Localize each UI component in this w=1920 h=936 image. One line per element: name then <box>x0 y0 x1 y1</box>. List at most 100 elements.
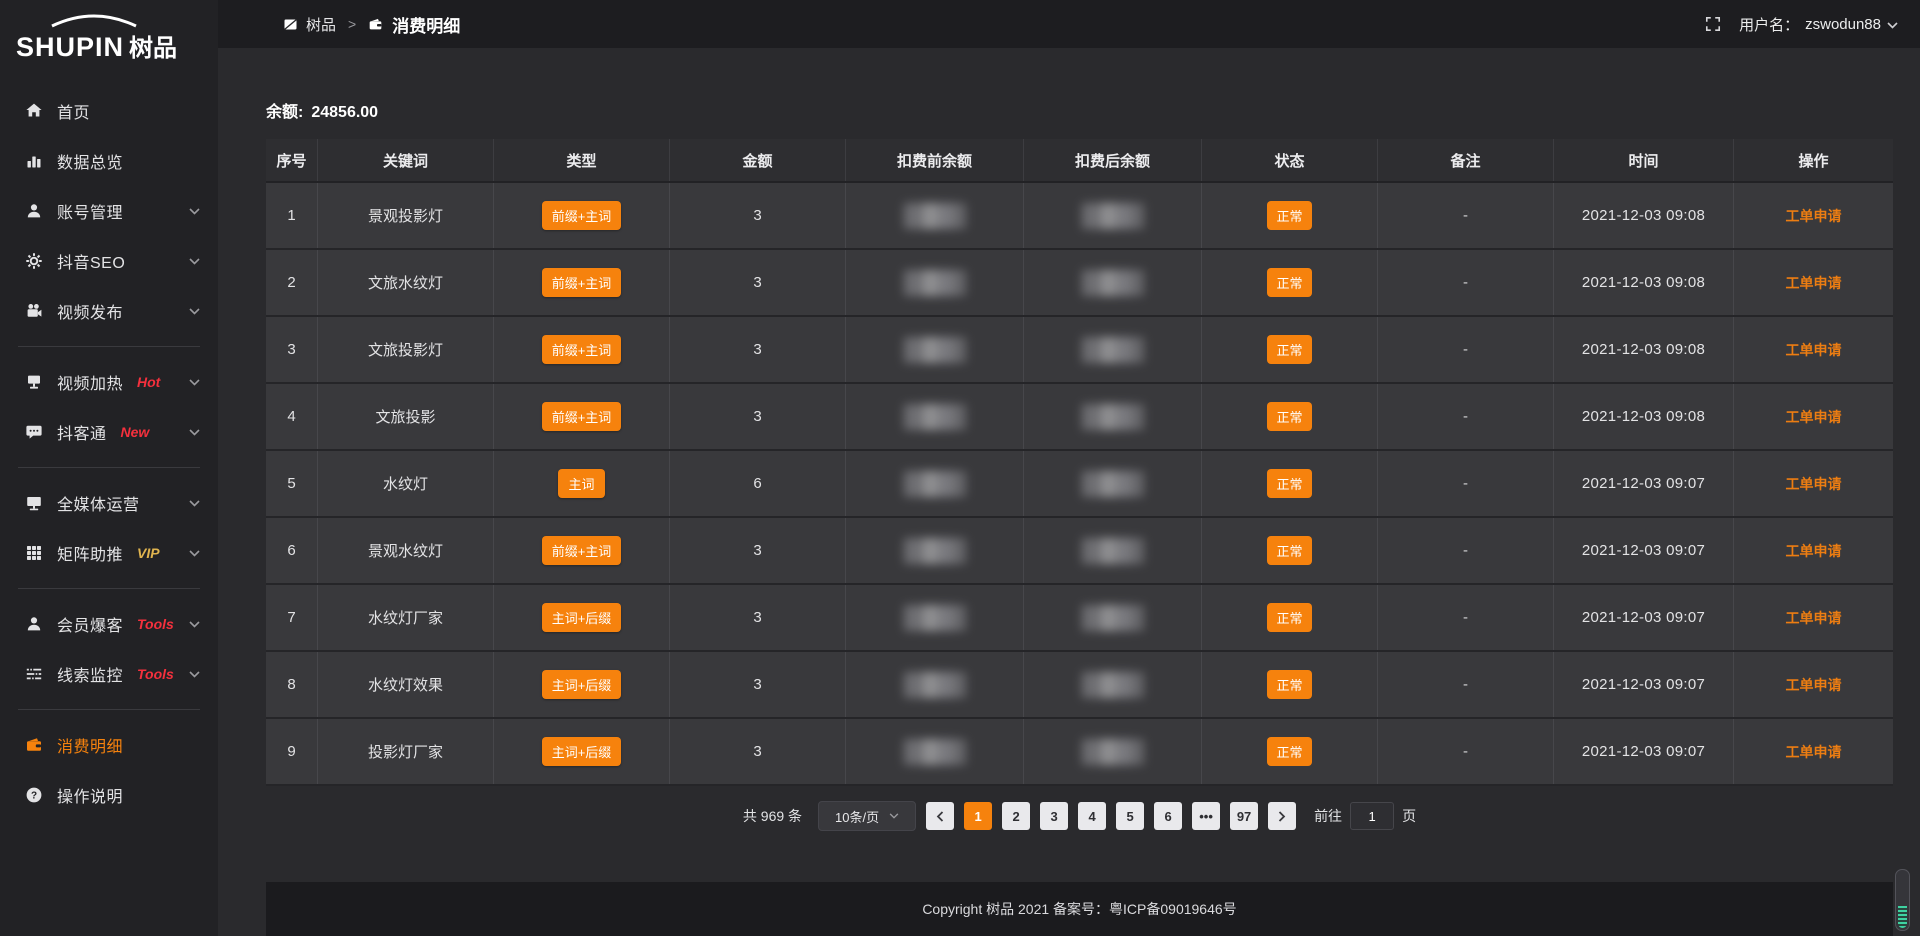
goto-label: 前往 <box>1314 806 1342 826</box>
time-cell: 2021-12-03 09:07 <box>1554 451 1734 516</box>
consumption-table: 序号 关键词 类型 金额 扣费前余额 扣费后余额 状态 备注 时间 操作 1 景… <box>266 139 1893 786</box>
sidebar-item-label: 抖客通 <box>57 420 107 444</box>
work-order-link[interactable]: 工单申请 <box>1786 407 1842 427</box>
fullscreen-icon[interactable] <box>1705 16 1721 32</box>
chat-bubble-icon <box>25 423 43 441</box>
pagination-total: 共 969 条 <box>743 806 802 826</box>
column-header: 状态 <box>1202 139 1378 181</box>
sidebar-item-label: 视频加热 <box>57 370 123 394</box>
sidebar-item-label: 会员爆客 <box>57 612 123 636</box>
more-pages-button[interactable]: ••• <box>1192 802 1220 830</box>
work-order-link[interactable]: 工单申请 <box>1786 206 1842 226</box>
blurred-balance-before <box>904 404 966 430</box>
sidebar-item-matrix-boost[interactable]: 矩阵助推 VIP <box>0 528 218 578</box>
row-index: 2 <box>266 250 318 315</box>
sidebar-item-label: 全媒体运营 <box>57 491 140 515</box>
action-cell: 工单申请 <box>1734 719 1893 784</box>
balance-value: 24856.00 <box>311 104 378 121</box>
sidebar-item-all-media[interactable]: 全媒体运营 <box>0 478 218 528</box>
time-cell: 2021-12-03 09:08 <box>1554 317 1734 382</box>
gear-icon <box>25 252 43 270</box>
type-cell: 前缀+主词 <box>494 183 670 248</box>
chevron-down-icon <box>189 208 200 215</box>
sidebar-item-consumption-detail[interactable]: 消费明细 <box>0 720 218 770</box>
next-page-button[interactable] <box>1268 802 1296 830</box>
breadcrumb-root[interactable]: 树品 <box>306 14 336 35</box>
sidebar-item-member-burst[interactable]: 会员爆客 Tools <box>0 599 218 649</box>
sidebar-item-data-overview[interactable]: 数据总览 <box>0 136 218 186</box>
bar-chart-icon <box>25 152 43 170</box>
sidebar-item-label: 数据总览 <box>57 149 123 173</box>
work-order-link[interactable]: 工单申请 <box>1786 608 1842 628</box>
balance-before-cell <box>846 518 1024 583</box>
page-button-1[interactable]: 1 <box>964 802 992 830</box>
screen-stand-icon <box>25 373 43 391</box>
page-button-4[interactable]: 4 <box>1078 802 1106 830</box>
work-order-link[interactable]: 工单申请 <box>1786 474 1842 494</box>
table-body: 1 景观投影灯 前缀+主词 3 正常 - 2021-12-03 09:08 工单… <box>266 183 1893 786</box>
row-index: 7 <box>266 585 318 650</box>
work-order-link[interactable]: 工单申请 <box>1786 742 1842 762</box>
row-index: 6 <box>266 518 318 583</box>
amount-cell: 3 <box>670 518 846 583</box>
username: zswodun88 <box>1805 16 1881 33</box>
work-order-link[interactable]: 工单申请 <box>1786 675 1842 695</box>
work-order-link[interactable]: 工单申请 <box>1786 340 1842 360</box>
work-order-link[interactable]: 工单申请 <box>1786 541 1842 561</box>
page-size-select[interactable]: 10条/页 <box>818 801 916 831</box>
prev-page-button[interactable] <box>926 802 954 830</box>
sidebar-item-home[interactable]: 首页 <box>0 86 218 136</box>
type-cell: 主词+后缀 <box>494 719 670 784</box>
remark-cell: - <box>1378 652 1554 717</box>
type-badge: 前缀+主词 <box>542 201 622 230</box>
balance-before-cell <box>846 317 1024 382</box>
logo: SHUPIN树品 <box>0 8 218 72</box>
remark-cell: - <box>1378 384 1554 449</box>
goto-suffix: 页 <box>1402 806 1416 826</box>
balance-after-cell <box>1024 518 1202 583</box>
balance-after-cell <box>1024 585 1202 650</box>
sidebar-item-douyin-seo[interactable]: 抖音SEO <box>0 236 218 286</box>
goto-page-input[interactable] <box>1350 802 1394 830</box>
sidebar-item-label: 抖音SEO <box>57 249 125 273</box>
user-menu[interactable]: 用户名：zswodun88 <box>1739 14 1898 35</box>
action-cell: 工单申请 <box>1734 384 1893 449</box>
sidebar-item-label: 首页 <box>57 99 90 123</box>
blurred-balance-before <box>904 739 966 765</box>
remark-cell: - <box>1378 183 1554 248</box>
sidebar-item-video-publish[interactable]: 视频发布 <box>0 286 218 336</box>
amount-cell: 3 <box>670 250 846 315</box>
sidebar-item-douketong[interactable]: 抖客通 New <box>0 407 218 457</box>
type-cell: 前缀+主词 <box>494 384 670 449</box>
table-row: 1 景观投影灯 前缀+主词 3 正常 - 2021-12-03 09:08 工单… <box>266 183 1893 250</box>
balance-after-cell <box>1024 652 1202 717</box>
keyword-cell: 投影灯厂家 <box>318 719 494 784</box>
chevron-down-icon <box>189 429 200 436</box>
blurred-balance-before <box>904 471 966 497</box>
floating-widget[interactable] <box>1895 869 1910 931</box>
action-cell: 工单申请 <box>1734 317 1893 382</box>
page-button-97[interactable]: 97 <box>1230 802 1258 830</box>
column-header: 序号 <box>266 139 318 181</box>
breadcrumb: 树品 > 消费明细 <box>284 12 460 37</box>
work-order-link[interactable]: 工单申请 <box>1786 273 1842 293</box>
page-button-3[interactable]: 3 <box>1040 802 1068 830</box>
time-cell: 2021-12-03 09:07 <box>1554 585 1734 650</box>
sidebar-divider <box>18 709 200 710</box>
column-header: 备注 <box>1378 139 1554 181</box>
page-button-5[interactable]: 5 <box>1116 802 1144 830</box>
page-button-6[interactable]: 6 <box>1154 802 1182 830</box>
keyword-cell: 景观投影灯 <box>318 183 494 248</box>
balance-before-cell <box>846 585 1024 650</box>
user-icon <box>25 615 43 633</box>
sidebar-item-video-heating[interactable]: 视频加热 Hot <box>0 357 218 407</box>
sidebar-item-clue-monitor[interactable]: 线索监控 Tools <box>0 649 218 699</box>
sidebar-item-instructions[interactable]: ? 操作说明 <box>0 770 218 820</box>
time-cell: 2021-12-03 09:08 <box>1554 250 1734 315</box>
amount-cell: 3 <box>670 652 846 717</box>
sidebar-item-account-management[interactable]: 账号管理 <box>0 186 218 236</box>
action-cell: 工单申请 <box>1734 585 1893 650</box>
table-row: 5 水纹灯 主词 6 正常 - 2021-12-03 09:07 工单申请 <box>266 451 1893 518</box>
table-row: 2 文旅水纹灯 前缀+主词 3 正常 - 2021-12-03 09:08 工单… <box>266 250 1893 317</box>
page-button-2[interactable]: 2 <box>1002 802 1030 830</box>
